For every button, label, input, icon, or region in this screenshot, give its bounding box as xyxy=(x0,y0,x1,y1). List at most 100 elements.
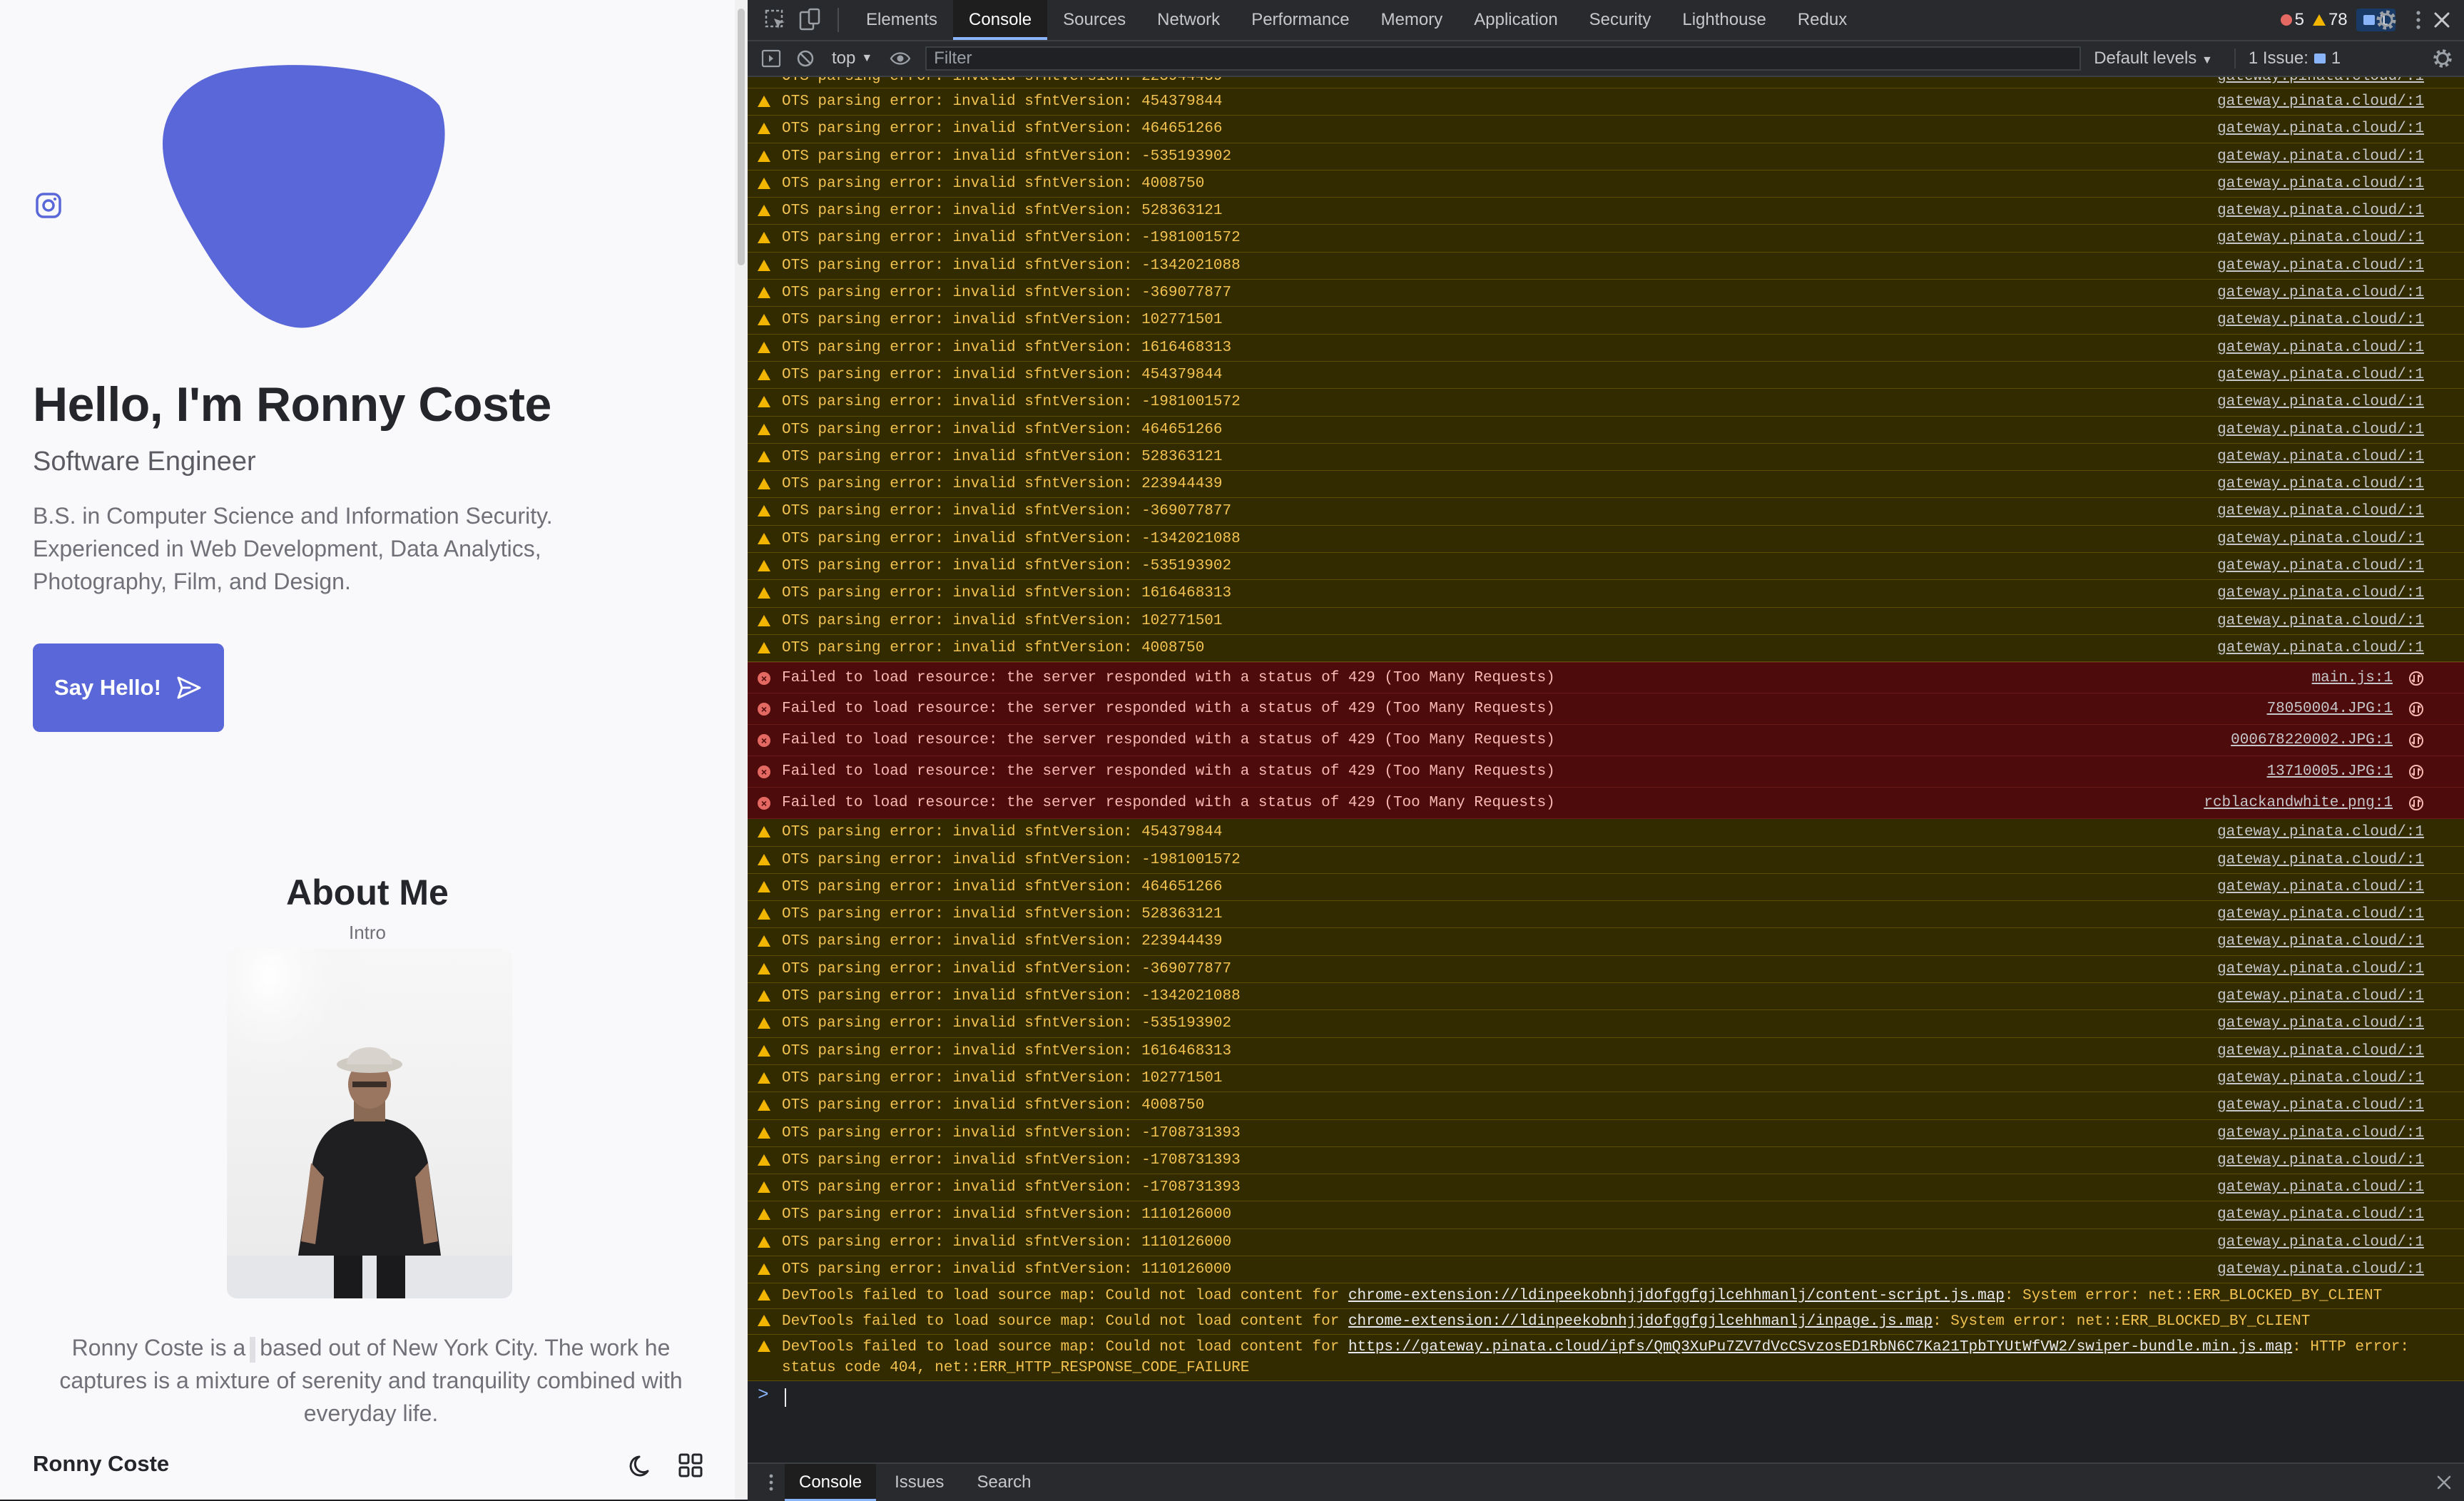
source-link[interactable]: gateway.pinata.cloud/:1 xyxy=(2217,1010,2424,1037)
console-warning-row[interactable]: OTS parsing error: invalid sfntVersion: … xyxy=(748,873,2464,902)
console-warning-row[interactable]: OTS parsing error: invalid sfntVersion: … xyxy=(748,819,2464,847)
console-warning-row[interactable]: OTS parsing error: invalid sfntVersion: … xyxy=(748,983,2464,1011)
source-link[interactable]: main.js:1 xyxy=(2312,663,2393,694)
warning-counter[interactable]: 78 xyxy=(2312,10,2348,30)
console-warning-row[interactable]: OTS parsing error: invalid sfntVersion: … xyxy=(748,634,2464,663)
instagram-icon[interactable] xyxy=(34,191,63,220)
console-warning-row[interactable]: OTS parsing error: invalid sfntVersion: … xyxy=(748,252,2464,280)
console-settings-gear-icon[interactable] xyxy=(2431,47,2454,70)
console-sourcemap-warning[interactable]: DevTools failed to load source map: Coul… xyxy=(748,1283,2464,1310)
console-warning-row[interactable]: OTS parsing error: invalid sfntVersion: … xyxy=(748,498,2464,526)
issues-button[interactable]: 1 Issue: 1 xyxy=(2234,49,2341,68)
console-filter-input[interactable] xyxy=(925,46,2082,71)
tab-sources[interactable]: Sources xyxy=(1047,0,1141,40)
live-expression-eye-icon[interactable] xyxy=(890,48,911,69)
close-devtools-icon[interactable] xyxy=(2430,8,2454,32)
console-warning-row[interactable]: OTS parsing error: invalid sfntVersion: … xyxy=(748,607,2464,635)
console-warning-row[interactable]: OTS parsing error: invalid sfntVersion: … xyxy=(748,1037,2464,1065)
source-link[interactable]: gateway.pinata.cloud/:1 xyxy=(2217,1092,2424,1119)
console-warning-row[interactable]: OTS parsing error: invalid sfntVersion: … xyxy=(748,170,2464,198)
source-link[interactable]: 78050004.JPG:1 xyxy=(2267,693,2393,725)
footer-logo-name[interactable]: Ronny Coste xyxy=(33,1451,169,1477)
console-error-row[interactable]: × Failed to load resource: the server res… xyxy=(748,662,2464,694)
source-link[interactable]: gateway.pinata.cloud/:1 xyxy=(2217,1147,2424,1174)
source-link[interactable]: gateway.pinata.cloud/:1 xyxy=(2217,280,2424,306)
log-levels-dropdown[interactable]: Default levels ▼ xyxy=(2094,49,2213,68)
source-link[interactable]: gateway.pinata.cloud/:1 xyxy=(2217,389,2424,415)
console-warning-row[interactable]: OTS parsing error: invalid sfntVersion: … xyxy=(748,143,2464,171)
network-request-icon[interactable] xyxy=(2408,701,2424,717)
console-warning-row[interactable]: OTS parsing error: invalid sfntVersion: … xyxy=(748,361,2464,390)
console-sourcemap-warning[interactable]: DevTools failed to load source map: Coul… xyxy=(748,1335,2464,1382)
tab-redux[interactable]: Redux xyxy=(1782,0,1863,40)
tab-lighthouse[interactable]: Lighthouse xyxy=(1666,0,1781,40)
source-link[interactable]: gateway.pinata.cloud/:1 xyxy=(2217,88,2424,115)
network-request-icon[interactable] xyxy=(2408,733,2424,748)
console-warning-row[interactable]: OTS parsing error: invalid sfntVersion: … xyxy=(748,443,2464,472)
drawer-tab-console[interactable]: Console xyxy=(785,1464,877,1501)
source-link[interactable]: gateway.pinata.cloud/:1 xyxy=(2217,1201,2424,1228)
source-link[interactable]: gateway.pinata.cloud/:1 xyxy=(2217,819,2424,845)
tab-performance[interactable]: Performance xyxy=(1236,0,1365,40)
device-toolbar-icon[interactable] xyxy=(798,8,822,32)
console-warning-row[interactable]: OTS parsing error: invalid sfntVersion: … xyxy=(748,1174,2464,1202)
source-link[interactable]: gateway.pinata.cloud/:1 xyxy=(2217,143,2424,170)
console-warning-row[interactable]: OTS parsing error: invalid sfntVersion: … xyxy=(748,1228,2464,1256)
source-link[interactable]: gateway.pinata.cloud/:1 xyxy=(2217,1174,2424,1201)
console-warning-row[interactable]: OTS parsing error: invalid sfntVersion: … xyxy=(748,198,2464,225)
source-link[interactable]: gateway.pinata.cloud/:1 xyxy=(2217,362,2424,388)
console-sourcemap-warning[interactable]: DevTools failed to load source map: Coul… xyxy=(748,1309,2464,1335)
source-link[interactable]: gateway.pinata.cloud/:1 xyxy=(2217,1038,2424,1064)
drawer-tab-search[interactable]: Search xyxy=(962,1464,1045,1501)
source-link[interactable]: gateway.pinata.cloud/:1 xyxy=(2217,498,2424,524)
source-link[interactable]: gateway.pinata.cloud/:1 xyxy=(2217,116,2424,142)
show-sidebar-icon[interactable] xyxy=(760,48,782,69)
say-hello-button[interactable]: Say Hello! xyxy=(33,643,224,732)
source-link[interactable]: gateway.pinata.cloud/:1 xyxy=(2217,1065,2424,1092)
source-link[interactable]: gateway.pinata.cloud/:1 xyxy=(2217,635,2424,661)
console-warning-row[interactable]: OTS parsing error: invalid sfntVersion: … xyxy=(748,1010,2464,1038)
network-request-icon[interactable] xyxy=(2408,671,2424,686)
console-warning-row[interactable]: OTS parsing error: invalid sfntVersion: … xyxy=(748,928,2464,956)
source-link[interactable]: 13710005.JPG:1 xyxy=(2267,756,2393,788)
tab-memory[interactable]: Memory xyxy=(1365,0,1459,40)
settings-gear-icon[interactable] xyxy=(2374,8,2398,32)
console-warning-row[interactable]: OTS parsing error: invalid sfntVersion: … xyxy=(748,77,2464,88)
console-error-row[interactable]: × Failed to load resource: the server res… xyxy=(748,788,2464,820)
sourcemap-link[interactable]: https://gateway.pinata.cloud/ipfs/QmQ3Xu… xyxy=(1348,1339,2292,1355)
source-link[interactable]: gateway.pinata.cloud/:1 xyxy=(2217,983,2424,1009)
more-options-icon[interactable] xyxy=(2411,8,2425,32)
console-warning-row[interactable]: OTS parsing error: invalid sfntVersion: … xyxy=(748,471,2464,499)
tab-security[interactable]: Security xyxy=(1574,0,1667,40)
moon-icon[interactable] xyxy=(628,1452,655,1480)
source-link[interactable]: gateway.pinata.cloud/:1 xyxy=(2217,874,2424,900)
source-link[interactable]: gateway.pinata.cloud/:1 xyxy=(2217,1256,2424,1283)
source-link[interactable]: gateway.pinata.cloud/:1 xyxy=(2217,1229,2424,1256)
source-link[interactable]: gateway.pinata.cloud/:1 xyxy=(2217,253,2424,279)
source-link[interactable]: gateway.pinata.cloud/:1 xyxy=(2217,526,2424,552)
drawer-tab-issues[interactable]: Issues xyxy=(880,1464,958,1501)
console-warning-row[interactable]: OTS parsing error: invalid sfntVersion: … xyxy=(748,88,2464,116)
context-selector[interactable]: top ▼ xyxy=(832,49,872,68)
console-warning-row[interactable]: OTS parsing error: invalid sfntVersion: … xyxy=(748,901,2464,929)
sourcemap-link[interactable]: chrome-extension://ldinpeekobnhjjdofggfg… xyxy=(1348,1313,1933,1330)
source-link[interactable]: gateway.pinata.cloud/:1 xyxy=(2217,956,2424,982)
network-request-icon[interactable] xyxy=(2408,764,2424,780)
source-link[interactable]: gateway.pinata.cloud/:1 xyxy=(2217,335,2424,361)
source-link[interactable]: gateway.pinata.cloud/:1 xyxy=(2217,553,2424,579)
console-error-row[interactable]: × Failed to load resource: the server res… xyxy=(748,725,2464,757)
error-counter[interactable]: 5 xyxy=(2280,10,2304,30)
website-scrollbar[interactable] xyxy=(735,0,748,1500)
inspect-element-icon[interactable] xyxy=(763,8,788,32)
tab-console[interactable]: Console xyxy=(953,0,1048,40)
network-request-icon[interactable] xyxy=(2408,795,2424,811)
source-link[interactable]: rcblackandwhite.png:1 xyxy=(2204,788,2393,819)
console-warning-row[interactable]: OTS parsing error: invalid sfntVersion: … xyxy=(748,1146,2464,1175)
source-link[interactable]: gateway.pinata.cloud/:1 xyxy=(2217,608,2424,634)
sourcemap-link[interactable]: chrome-extension://ldinpeekobnhjjdofggfg… xyxy=(1348,1288,2005,1304)
console-warning-row[interactable]: OTS parsing error: invalid sfntVersion: … xyxy=(748,580,2464,608)
console-warning-row[interactable]: OTS parsing error: invalid sfntVersion: … xyxy=(748,225,2464,253)
console-output[interactable]: OTS parsing error: invalid sfntVersion: … xyxy=(748,77,2464,1461)
tab-network[interactable]: Network xyxy=(1141,0,1236,40)
console-warning-row[interactable]: OTS parsing error: invalid sfntVersion: … xyxy=(748,307,2464,335)
